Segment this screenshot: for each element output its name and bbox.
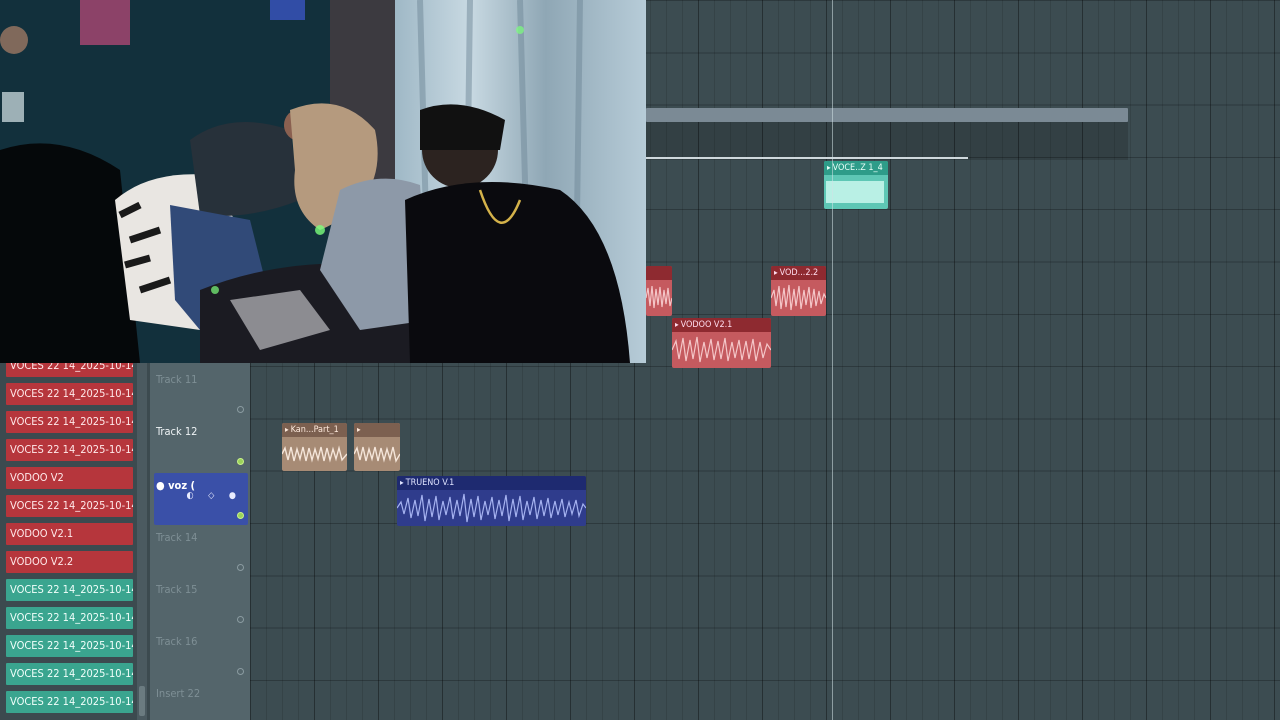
- waveform: [397, 490, 586, 526]
- waveform: [282, 437, 347, 471]
- track-enable-icon[interactable]: [237, 458, 244, 465]
- track-header-11[interactable]: Track 11: [154, 367, 248, 419]
- track-header-voz[interactable]: ● voz ( ◐ ◇ ●: [154, 473, 248, 525]
- clip-vodoo-partial[interactable]: [646, 266, 672, 316]
- track-enable-icon[interactable]: [237, 564, 244, 571]
- sample-item[interactable]: VODOO V2: [6, 467, 133, 489]
- track-header-12[interactable]: Track 12: [154, 419, 248, 471]
- track-enable-icon[interactable]: [237, 406, 244, 413]
- clip-arrow-icon: ▸: [357, 425, 361, 434]
- clip-label: TRUENO V.1: [405, 478, 455, 488]
- track-name: Track 16: [156, 635, 198, 648]
- clip-arrow-icon: ▸: [400, 478, 404, 487]
- sample-item[interactable]: VOCES 22 14_2025-10-14...: [6, 607, 133, 629]
- track-power-icon[interactable]: ●: [156, 479, 165, 492]
- clip-trueno[interactable]: ▸ TRUENO V.1: [397, 476, 586, 526]
- track-name: Insert 22: [156, 687, 201, 700]
- clip-kan-part-2[interactable]: ▸: [354, 423, 400, 471]
- clip-vodoo-22[interactable]: ▸ VOD...2.2: [771, 266, 826, 316]
- track-header-panel: Track 11 Track 12 ● voz ( ◐ ◇ ● Track 14…: [150, 363, 250, 720]
- picker-scrollbar[interactable]: [137, 360, 147, 720]
- clip-arrow-icon: ▸: [774, 268, 778, 277]
- track-header-insert-22[interactable]: Insert 22: [154, 681, 248, 719]
- clip-arrow-icon: ▸: [827, 163, 831, 172]
- track-enable-icon[interactable]: [237, 616, 244, 623]
- time-selection-bar[interactable]: [646, 108, 1128, 122]
- track-enable-icon[interactable]: [237, 512, 244, 519]
- playhead[interactable]: [832, 0, 833, 720]
- sample-item[interactable]: VOCES 22 14_2025-10-14...: [6, 411, 133, 433]
- sample-item[interactable]: VODOO V2.1: [6, 523, 133, 545]
- clip-label: VOD...2.2: [779, 268, 819, 278]
- clip-vodoo-v21[interactable]: ▸ VODOO V2.1: [672, 318, 771, 368]
- sample-item[interactable]: VOCES 22 14_2025-10-14...: [6, 383, 133, 405]
- time-selection-shade: [646, 122, 1128, 160]
- track-header-14[interactable]: Track 14: [154, 525, 248, 577]
- clip-arrow-icon: ▸: [675, 320, 679, 329]
- waveform: [771, 280, 826, 316]
- track-name: Track 11: [156, 373, 198, 386]
- waveform: [646, 280, 672, 316]
- track-name: Track 14: [156, 531, 198, 544]
- clip-voces-z[interactable]: ▸ VOCE..Z 1_4: [824, 161, 888, 209]
- sample-item[interactable]: VOCES 22 14_2025-10-14...: [6, 635, 133, 657]
- sample-item[interactable]: VOCES 22 14_2025-10-14...: [6, 495, 133, 517]
- sample-item[interactable]: VOCES 22 14_2025-10-14...: [6, 579, 133, 601]
- track-header-16[interactable]: Track 16: [154, 629, 248, 681]
- loop-range-line: [646, 157, 968, 159]
- sample-item[interactable]: VODOO V2.2: [6, 551, 133, 573]
- picker-panel: VOCES 22 14_2025-10-14... VOCES 22 14_20…: [0, 355, 150, 720]
- clip-label: VODOO V2.1: [680, 320, 733, 330]
- scrollbar-thumb[interactable]: [139, 686, 145, 716]
- waveform: [354, 437, 400, 471]
- clip-label: Kan...Part_1: [290, 425, 339, 435]
- webcam-overlay: [0, 0, 646, 363]
- track-enable-icon[interactable]: [237, 668, 244, 675]
- clip-label: VOCE..Z 1_4: [832, 163, 883, 173]
- sample-item[interactable]: VOCES 22 14_2025-10-14...: [6, 663, 133, 685]
- track-controls-icon[interactable]: ◐ ◇ ●: [186, 491, 242, 501]
- clip-kan-part[interactable]: ▸ Kan...Part_1: [282, 423, 347, 471]
- waveform: [824, 175, 888, 209]
- sample-item[interactable]: VOCES 22 14_2025-10-14...: [6, 691, 133, 713]
- webcam-video-icon: [0, 0, 646, 363]
- clip-arrow-icon: ▸: [285, 425, 289, 434]
- track-name: Track 12: [156, 425, 198, 438]
- sample-item[interactable]: VOCES 22 14_2025-10-14...: [6, 439, 133, 461]
- track-name: Track 15: [156, 583, 198, 596]
- waveform: [672, 332, 771, 368]
- track-header-15[interactable]: Track 15: [154, 577, 248, 629]
